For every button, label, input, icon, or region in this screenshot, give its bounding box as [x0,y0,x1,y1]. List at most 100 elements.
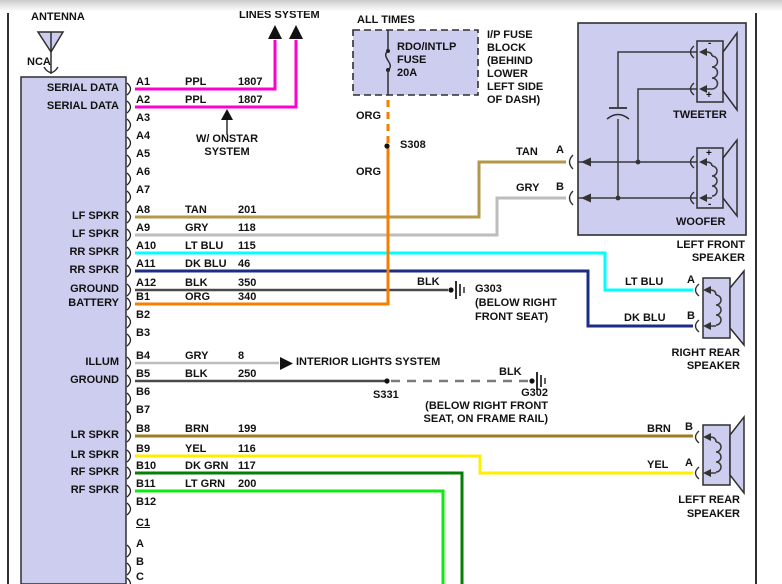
pin-id-label: A11 [136,258,156,270]
pin-id-label: B12 [136,496,157,508]
circuit-number-label: 199 [238,423,257,435]
connector-function-label: BATTERY [68,297,119,309]
connector-function-label: LF SPKR [71,210,119,222]
right-rear-speaker-name-line1: RIGHT REAR [671,347,740,359]
pin-bracket [126,333,132,347]
pin-id-label: B1 [136,291,151,303]
circuit-number-label: 116 [238,443,256,455]
pin-bracket [126,264,132,278]
connector-function-label: GROUND [70,283,119,295]
connector-function-label: ILLUM [85,356,119,368]
fuse-location-line1: I/P FUSE [487,29,533,41]
wire-color-label: LT BLU [185,240,224,252]
fuse-location-line4: LOWER [487,68,528,80]
tweeter-plus-sign: + [706,90,712,101]
woofer-icon [689,137,738,219]
s308-label: S308 [400,139,426,151]
splice-s331-dot [384,378,390,384]
woofer-label: WOOFER [676,216,726,228]
tweeter-minus-sign: - [708,38,712,49]
lf-terminal-a-wire-label: TAN [516,146,538,158]
pin-bracket [126,466,132,480]
rr-terminal-b-wire-label: DK BLU [624,312,666,324]
g302-location-line1: (BELOW RIGHT FRONT [425,400,548,412]
pin-bracket [126,210,132,224]
interior-lights-label: INTERIOR LIGHTS SYSTEM [296,356,441,368]
wire-color-label: DK BLU [185,258,227,270]
wire-color-label: GRY [185,222,209,234]
pin-bracket [126,484,132,498]
connector-function-label: SERIAL DATA [46,82,119,94]
pin-bracket [126,562,132,576]
splice-s308-dot [384,143,390,149]
org-wire-label-upper: ORG [356,110,382,122]
pin-id-label: A1 [136,76,151,88]
s331-label: S331 [373,389,399,401]
rr-terminal-a-wire-label: LT BLU [625,276,664,288]
fuse-name-line2: FUSE [397,54,427,66]
pin-id-label: B4 [136,350,151,362]
pin-id-label: B9 [136,443,151,455]
pin-bracket [126,356,132,370]
connector-function-label: RF SPKR [70,466,119,478]
connector-function-label: GROUND [70,374,119,386]
lr-terminal-a-wire-label: YEL [647,459,669,471]
pin-id-label: C [136,571,144,583]
pin-bracket [126,190,132,204]
lf-terminal-b-wire-label: GRY [516,182,540,194]
circuit-number-label: 115 [238,240,256,252]
circuit-number-label: 250 [238,368,257,380]
circuit-number-label: 117 [238,460,256,472]
fuse-location-line6: OF DASH) [487,94,541,106]
pin-id-label: B5 [136,368,151,380]
fuse-name-line1: RDO/INTLP [397,41,457,53]
pin-bracket-layer [126,82,132,584]
g302-label: G302 [521,387,548,399]
wire-color-label: DK GRN [185,460,229,472]
pin-id-label: A7 [136,184,151,196]
pin-id-label: B2 [136,309,151,321]
pin-id-label: A3 [136,112,151,124]
onstar-note-line2: SYSTEM [204,146,250,158]
pin-bracket [126,392,132,406]
pin-bracket [126,544,132,558]
fuse-location-line2: BLOCK [487,42,527,54]
rr-terminal-a-letter: A [687,274,695,286]
g303-label: G303 [475,283,502,295]
pin-bracket [126,136,132,150]
lr-terminal-b-wire-label: BRN [647,423,671,435]
g302-location-line2: SEAT, ON FRAME RAIL) [423,413,548,425]
rr-terminal-b-letter: B [687,310,695,322]
pin-bracket [126,315,132,329]
static-structure [7,13,757,584]
pin-bracket [126,297,132,311]
pin-id-label: A2 [136,94,151,106]
terminal-b-bracket [568,190,574,206]
connector-function-label: LF SPKR [71,228,119,240]
wire-B11 [135,489,445,584]
onstar-note-line1: W/ ONSTAR [195,133,259,145]
wire-color-label: BLK [185,277,208,289]
lr-terminal-b-letter: B [685,421,693,433]
pin-bracket [126,154,132,168]
lines-system-arrow-1 [268,25,282,39]
pin-id-label: A [136,538,144,550]
circuit-number-label: 118 [238,222,256,234]
pin-bracket [126,228,132,242]
junction-dot [615,195,621,201]
g303-location-line2: FRONT SEAT) [475,311,549,323]
woofer-minus-sign: - [708,199,712,210]
pin-bracket [126,172,132,186]
lines-system-arrow-2 [289,25,303,39]
wire-color-label: TAN [185,204,207,216]
pin-bracket [126,449,132,463]
fuse-location-line3: (BEHIND [487,55,533,67]
wire-color-label: BLK [185,368,208,380]
terminal-a-bracket [568,154,574,170]
pin-bracket [126,283,132,297]
lf-terminal-a-letter: A [556,144,564,156]
lr-terminal-a-letter: A [685,457,693,469]
circuit-number-label: 340 [238,291,257,303]
pin-id-label: B11 [136,478,156,490]
pin-bracket [126,502,132,516]
